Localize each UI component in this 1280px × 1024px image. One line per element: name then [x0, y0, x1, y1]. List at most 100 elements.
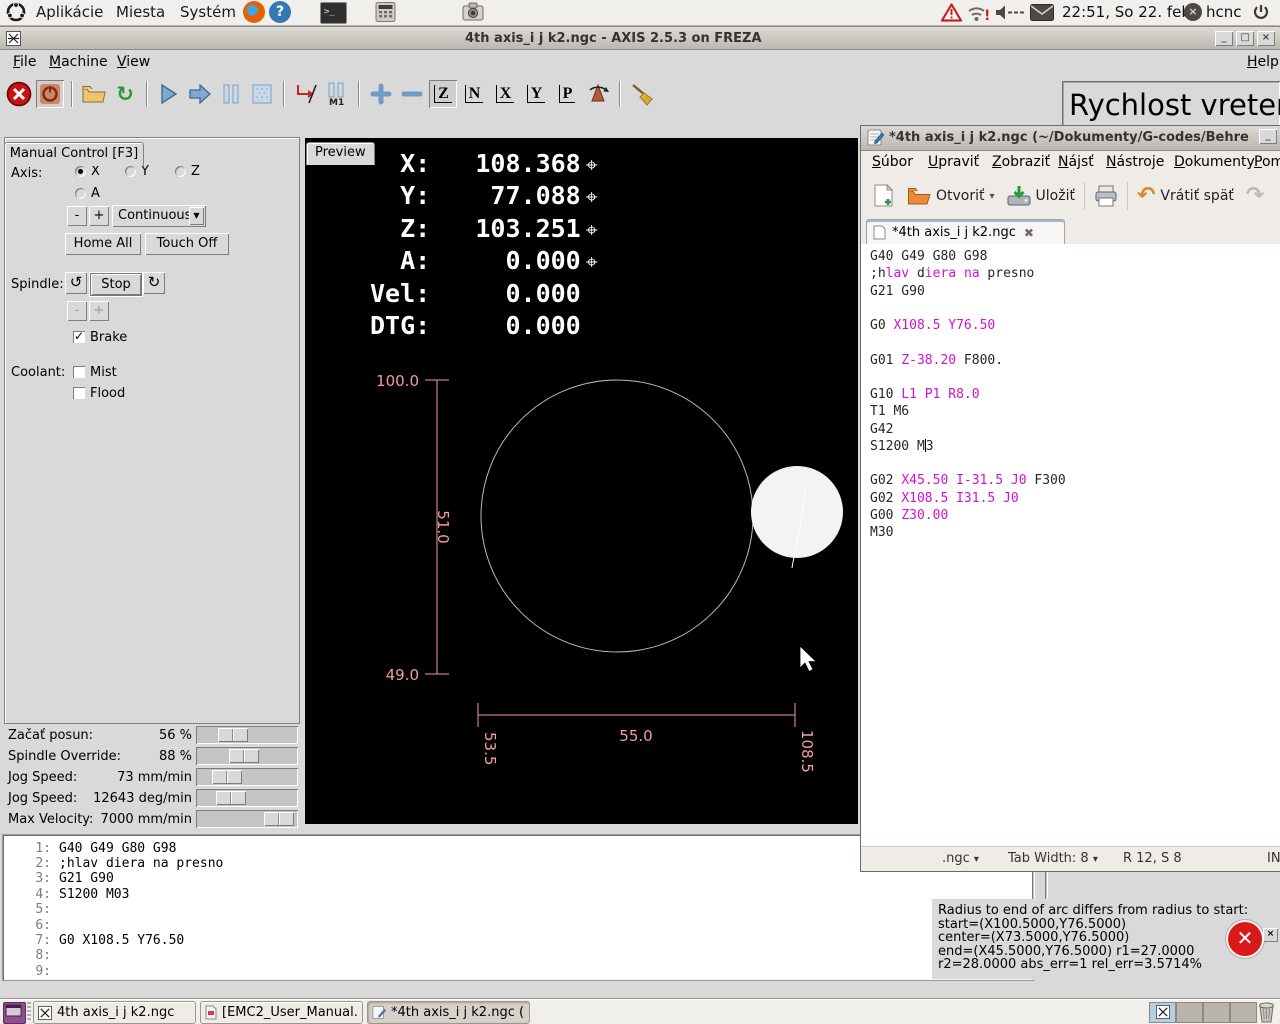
maximize-button[interactable]: □ — [1236, 31, 1254, 46]
brake-checkbox[interactable]: ✓ — [73, 331, 85, 343]
run-icon[interactable] — [155, 80, 183, 108]
minimize-button[interactable]: _ — [1215, 31, 1233, 46]
zoom-out-icon[interactable] — [398, 80, 426, 108]
flood-checkbox[interactable] — [73, 387, 85, 399]
mail-indicator-icon[interactable] — [1030, 4, 1054, 21]
gedit-code-line[interactable]: G10 L1 P1 R8.0 — [870, 386, 980, 403]
slider-track[interactable] — [196, 810, 298, 828]
workspace-3[interactable] — [1203, 1002, 1230, 1023]
slider-handle[interactable] — [218, 728, 248, 742]
calculator-icon[interactable] — [375, 2, 396, 22]
session-user-icon[interactable]: × — [1184, 3, 1202, 21]
axis-radio-y[interactable] — [125, 166, 136, 177]
axis-radio-z[interactable] — [175, 166, 186, 177]
gedit-text-area[interactable]: G40 G49 G80 G98;hlav diera na presnoG21 … — [861, 244, 1280, 846]
spindle-ccw-icon[interactable]: ↺ — [65, 272, 87, 294]
step-icon[interactable] — [186, 80, 214, 108]
gcode-line[interactable]: 4:S1200 M03 — [11, 887, 129, 902]
gedit-code-line[interactable]: M30 — [870, 524, 893, 541]
menu-machine[interactable]: Machine — [40, 50, 117, 74]
mist-checkbox[interactable] — [73, 366, 85, 378]
screenshot-camera-icon[interactable] — [462, 2, 484, 22]
filetype-select[interactable]: .ngc ▾ — [942, 851, 979, 866]
places-menu[interactable]: Miesta — [108, 0, 173, 24]
gedit-code-line[interactable]: G40 G49 G80 G98 — [870, 248, 987, 265]
rotate-view-icon[interactable] — [584, 80, 612, 108]
gedit-menu-tools[interactable]: Nástroje — [1097, 150, 1173, 174]
panel-clock[interactable]: 22:51, So 22. feb — [1062, 3, 1191, 21]
machine-power-icon[interactable] — [36, 80, 64, 108]
gedit-minimize-button[interactable]: _ — [1259, 129, 1277, 144]
spindle-stop-button[interactable]: Stop — [90, 273, 142, 296]
gedit-menu-search[interactable]: Nájsť — [1049, 150, 1103, 174]
help-icon[interactable]: ? — [269, 1, 291, 23]
taskbar-handle[interactable] — [27, 1002, 31, 1022]
task-button-3[interactable]: *4th axis_i j k2.ngc (... — [367, 1001, 530, 1024]
distro-logo-icon[interactable] — [6, 2, 26, 22]
task-button-2[interactable]: [EMC2_User_Manual.... — [200, 1001, 363, 1024]
jog-minus-button[interactable]: - — [67, 206, 87, 226]
open-button[interactable]: Otvoriť ▾ — [901, 180, 1001, 212]
gcode-line[interactable]: 6: — [11, 918, 59, 933]
gedit-code-line[interactable]: S1200 M3 — [870, 438, 934, 455]
volume-muted-icon[interactable] — [995, 5, 1025, 20]
jog-plus-button[interactable]: + — [89, 206, 109, 226]
close-button[interactable]: × — [1257, 31, 1275, 46]
gedit-document-tab[interactable]: *4th axis_i j k2.ngc ✖ — [866, 219, 1065, 245]
gcode-line[interactable]: 2:;hlav diera na presno — [11, 856, 223, 871]
menu-view[interactable]: View — [108, 50, 159, 74]
stop-icon[interactable] — [248, 80, 276, 108]
gcode-line[interactable]: 8: — [11, 948, 59, 963]
view-z2-icon[interactable]: N — [460, 80, 488, 108]
slider-track[interactable] — [196, 747, 298, 765]
listing-scrollbar-thumb[interactable] — [1034, 870, 1046, 902]
gedit-menu-view[interactable]: Zobraziť — [983, 150, 1059, 174]
spindle-plus-button[interactable]: + — [89, 301, 109, 321]
tab-close-icon[interactable]: ✖ — [1024, 226, 1034, 240]
axis-titlebar[interactable]: 4th axis_i j k2.ngc - AXIS 2.5.3 on FREZ… — [0, 28, 1280, 50]
tab-width-select[interactable]: Tab Width: 8 ▾ — [1008, 851, 1098, 866]
reload-icon[interactable]: ↻ — [111, 80, 139, 108]
task-button-1[interactable]: 4th axis_i j k2.ngc — [33, 1001, 196, 1024]
gcode-line[interactable]: 3:G21 G90 — [11, 871, 114, 886]
workspace-4[interactable] — [1230, 1002, 1257, 1023]
panel-username[interactable]: hcnc — [1206, 3, 1242, 21]
axis-radio-x[interactable] — [75, 166, 86, 177]
applications-menu[interactable]: Aplikácie — [28, 0, 111, 24]
touch-off-button[interactable]: Touch Off — [145, 233, 229, 255]
tab-manual-control[interactable]: Manual Control [F3] — [4, 142, 144, 166]
optional-stop-m1-icon[interactable]: M1 — [323, 80, 351, 108]
firefox-icon[interactable] — [243, 1, 265, 23]
gcode-line[interactable]: 9: — [11, 964, 59, 979]
gedit-code-line[interactable]: ;hlav diera na presno — [870, 265, 1034, 282]
open-file-icon[interactable] — [80, 80, 108, 108]
gedit-code-line[interactable]: G0 X108.5 Y76.50 — [870, 317, 995, 334]
slider-handle[interactable] — [216, 791, 246, 805]
estop-icon[interactable] — [5, 80, 33, 108]
gedit-code-line[interactable]: G00 Z30.00 — [870, 507, 948, 524]
system-menu[interactable]: Systém — [172, 0, 244, 24]
view-z-icon[interactable]: Z — [429, 80, 457, 108]
preview-canvas[interactable]: X: 108.368⌖ Y: 77.088⌖ Z: 103.251⌖ A: 0.… — [305, 138, 858, 824]
new-document-button[interactable] — [867, 180, 901, 212]
show-desktop-icon[interactable] — [3, 1002, 26, 1024]
redo-button[interactable]: ↷ — [1240, 180, 1270, 212]
gedit-code-line[interactable]: G02 X45.50 I-31.5 J0 F300 — [870, 472, 1066, 489]
print-button[interactable] — [1088, 180, 1124, 212]
jog-mode-select[interactable]: Continuous ▼ — [112, 205, 206, 227]
gedit-code-line[interactable]: G01 Z-38.20 F800. — [870, 352, 1003, 369]
error-close-icon[interactable]: × — [1263, 928, 1278, 942]
pause-icon[interactable] — [217, 80, 245, 108]
slider-track[interactable] — [196, 768, 298, 786]
gcode-line[interactable]: 5: — [11, 902, 59, 917]
gedit-code-line[interactable]: G42 — [870, 421, 893, 438]
tab-preview[interactable]: Preview — [306, 142, 375, 165]
slider-handle[interactable] — [264, 812, 294, 826]
gedit-titlebar[interactable]: *4th axis_i j k2.ngc (~/Dokumenty/G-code… — [861, 126, 1280, 151]
workspace-2[interactable] — [1176, 1002, 1203, 1023]
gedit-code-line[interactable]: T1 M6 — [870, 403, 909, 420]
gedit-menu-edit[interactable]: Upraviť — [919, 150, 988, 174]
clear-plot-broom-icon[interactable] — [628, 80, 656, 108]
spindle-minus-button[interactable]: - — [67, 301, 87, 321]
view-p-icon[interactable]: P — [553, 80, 581, 108]
